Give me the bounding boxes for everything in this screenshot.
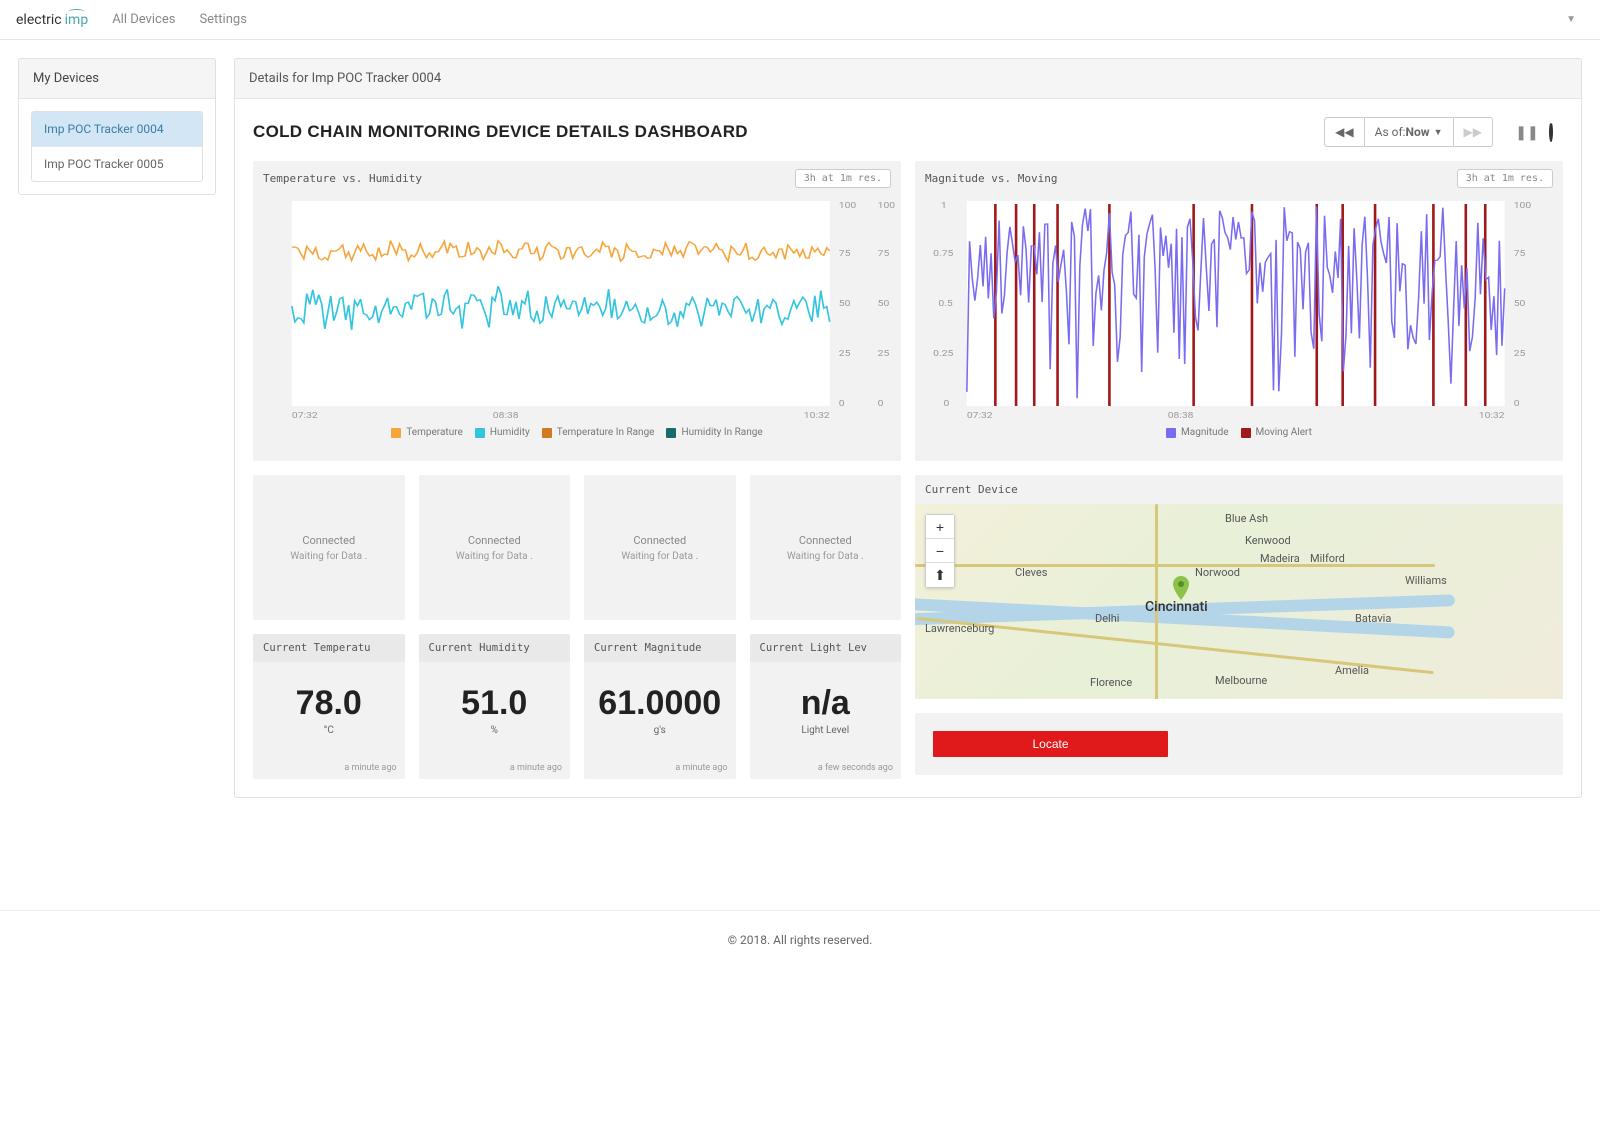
device-list: Imp POC Tracker 0004 Imp POC Tracker 000… (31, 111, 203, 182)
chart-title: Temperature vs. Humidity (263, 172, 422, 185)
pause-icon: ❚❚ (1515, 124, 1538, 140)
status-tile: Connected Waiting for Data . (253, 475, 405, 620)
svg-text:25: 25 (878, 349, 890, 359)
chart-title: Magnitude vs. Moving (925, 172, 1057, 185)
map-viewport[interactable]: Cincinnati Blue Ash Kenwood Madeira Milf… (915, 504, 1563, 699)
map-card: Current Device Cincinnati Blue Ash Kenwo… (915, 475, 1563, 699)
chart-resolution-badge: 3h at 1m res. (795, 169, 891, 188)
svg-text:10:32: 10:32 (804, 411, 830, 421)
metric-humidity: Current Humidity 51.0% a minute ago (419, 634, 571, 779)
time-next-button[interactable]: ▶▶ (1454, 117, 1493, 147)
map-pin-icon (1173, 576, 1189, 600)
svg-text:0.75: 0.75 (933, 249, 953, 259)
dashboard-title: COLD CHAIN MONITORING DEVICE DETAILS DAS… (253, 122, 748, 142)
chart-temperature-humidity: Temperature vs. Humidity 3h at 1m res. 1… (253, 161, 901, 461)
svg-text:0.5: 0.5 (938, 299, 952, 309)
svg-text:07:32: 07:32 (967, 411, 993, 421)
chart-legend: Magnitude Moving Alert (915, 421, 1563, 446)
chart-magnitude-moving: Magnitude vs. Moving 3h at 1m res. 1 0.7… (915, 161, 1563, 461)
magnitude-plot[interactable]: 1 0.75 0.5 0.25 0 100 75 50 25 0 (915, 196, 1563, 421)
svg-text:0: 0 (1514, 399, 1520, 409)
svg-text:08:38: 08:38 (493, 411, 519, 421)
details-header: Details for Imp POC Tracker 0004 (235, 59, 1581, 99)
svg-text:07:32: 07:32 (292, 411, 318, 421)
user-menu-caret-icon[interactable]: ▼ (1566, 14, 1576, 25)
svg-text:25: 25 (839, 349, 851, 359)
plus-icon: + (936, 519, 944, 535)
map-zoom-in-button[interactable]: + (926, 515, 954, 539)
map-zoom-out-button[interactable]: − (926, 539, 954, 563)
metric-magnitude: Current Magnitude 61.0000g's a minute ag… (584, 634, 736, 779)
svg-text:75: 75 (878, 249, 890, 259)
map-title: Current Device (925, 483, 1018, 496)
svg-text:0: 0 (839, 399, 845, 409)
compass-icon: ⬆ (934, 567, 946, 584)
forward-icon: ▶▶ (1464, 125, 1482, 139)
locate-card: Locate (915, 713, 1563, 775)
chevron-down-icon: ▼ (1434, 127, 1443, 138)
locate-button[interactable]: Locate (933, 731, 1168, 757)
metric-light: Current Light Lev n/aLight Level a few s… (750, 634, 902, 779)
svg-text:0: 0 (944, 399, 950, 409)
svg-text:0.25: 0.25 (933, 349, 953, 359)
svg-text:50: 50 (878, 299, 890, 309)
top-bar: electricimp All Devices Settings ▼ (0, 0, 1600, 40)
rewind-icon: ◀◀ (1335, 125, 1353, 139)
nav-all-devices[interactable]: All Devices (112, 12, 175, 27)
svg-text:100: 100 (839, 201, 856, 211)
svg-text:1: 1 (941, 201, 947, 211)
chart-legend: Temperature Humidity Temperature In Rang… (253, 421, 901, 446)
metric-temperature: Current Temperatu 78.0°C a minute ago (253, 634, 405, 779)
my-devices-header: My Devices (19, 59, 215, 99)
device-list-item[interactable]: Imp POC Tracker 0005 (32, 147, 202, 181)
svg-text:0: 0 (878, 399, 884, 409)
refresh-spinner[interactable] (1539, 124, 1563, 140)
brand-logo: electricimp (16, 12, 88, 28)
chart-resolution-badge: 3h at 1m res. (1457, 169, 1553, 188)
status-tile: Connected Waiting for Data . (750, 475, 902, 620)
svg-text:100: 100 (1514, 201, 1531, 211)
nav-settings[interactable]: Settings (199, 12, 246, 27)
status-tile: Connected Waiting for Data . (584, 475, 736, 620)
svg-text:08:38: 08:38 (1168, 411, 1194, 421)
my-devices-panel: My Devices Imp POC Tracker 0004 Imp POC … (18, 58, 216, 195)
temperature-humidity-plot[interactable]: 100 75 50 25 0 100 75 50 25 0 (253, 196, 901, 421)
svg-text:75: 75 (839, 249, 851, 259)
details-panel: Details for Imp POC Tracker 0004 COLD CH… (234, 58, 1582, 798)
svg-text:100: 100 (878, 201, 895, 211)
svg-text:75: 75 (1514, 249, 1526, 259)
spinner-icon (1549, 122, 1553, 142)
footer: © 2018. All rights reserved. (0, 910, 1600, 969)
time-asof-dropdown[interactable]: As of: Now ▼ (1365, 117, 1454, 147)
status-tile: Connected Waiting for Data . (419, 475, 571, 620)
pause-button[interactable]: ❚❚ (1515, 124, 1539, 141)
map-zoom-controls: + − ⬆ (925, 514, 955, 588)
time-prev-button[interactable]: ◀◀ (1324, 117, 1364, 147)
svg-text:50: 50 (839, 299, 851, 309)
device-list-item[interactable]: Imp POC Tracker 0004 (32, 112, 202, 147)
svg-text:50: 50 (1514, 299, 1526, 309)
svg-text:25: 25 (1514, 349, 1526, 359)
svg-text:10:32: 10:32 (1479, 411, 1505, 421)
time-toolbar: ◀◀ As of: Now ▼ ▶▶ ❚❚ (1324, 117, 1563, 147)
map-compass-button[interactable]: ⬆ (926, 563, 954, 587)
minus-icon: − (936, 543, 944, 559)
